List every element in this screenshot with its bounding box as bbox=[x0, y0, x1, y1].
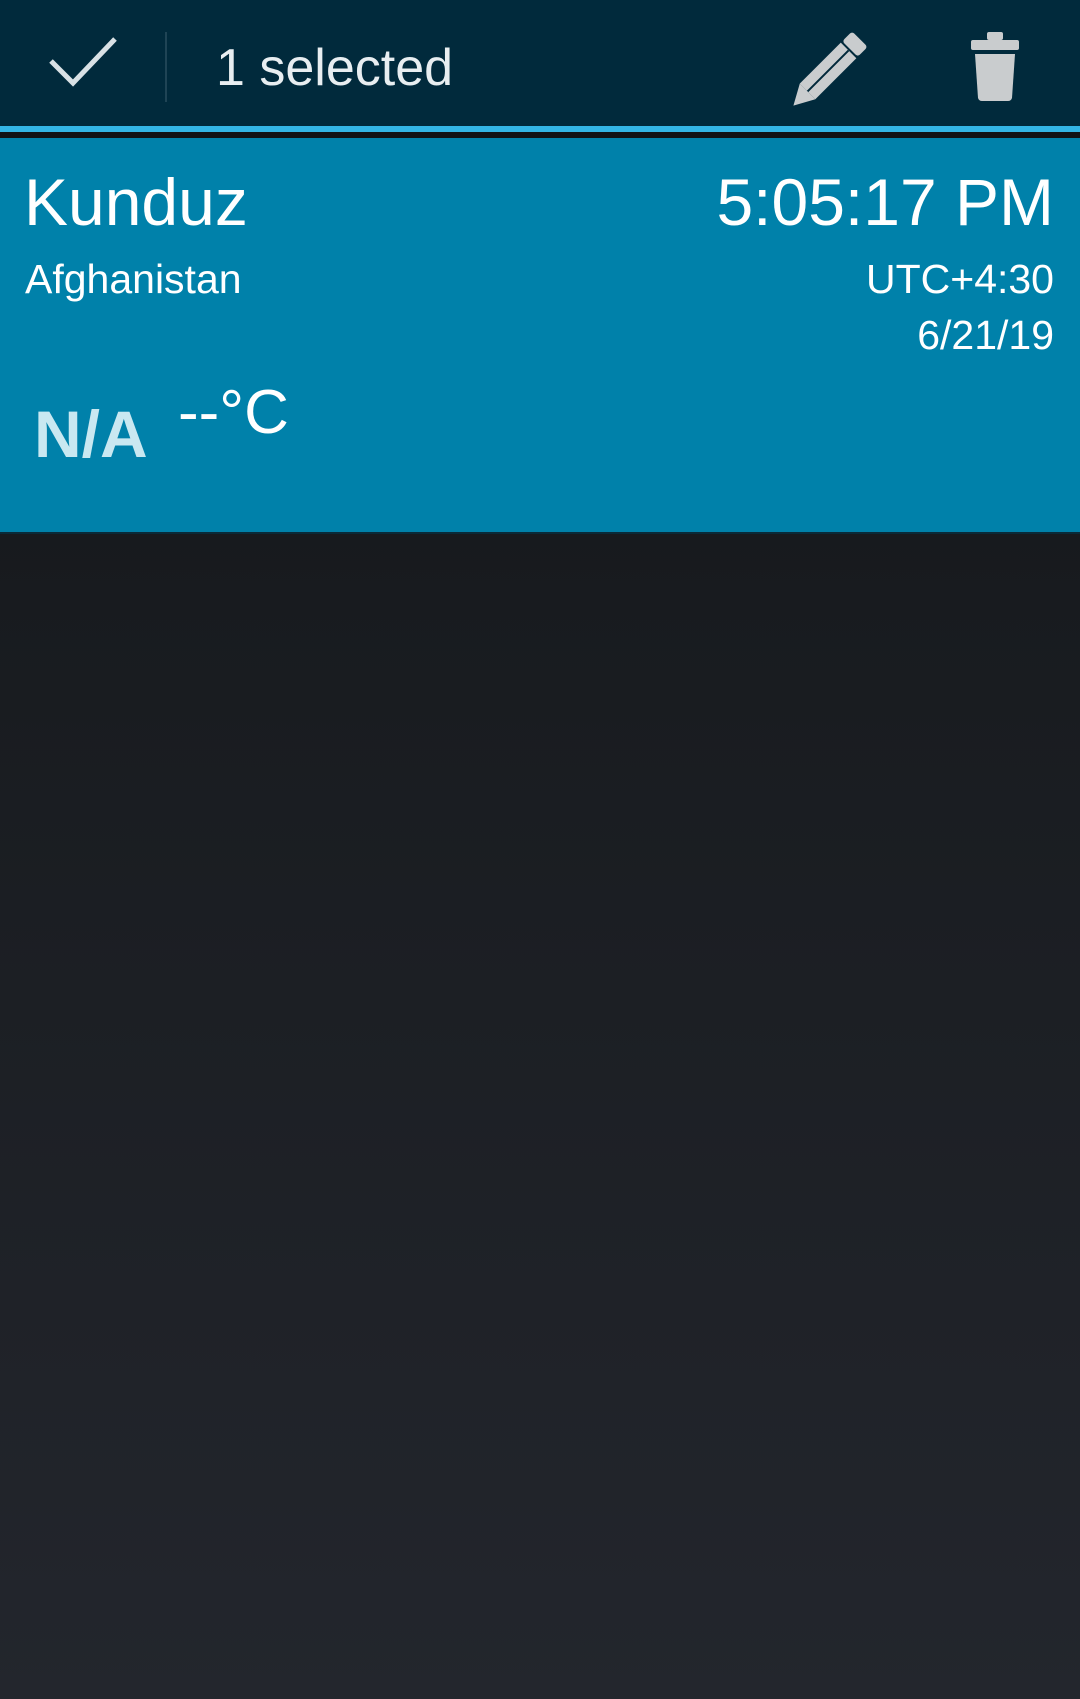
done-button[interactable] bbox=[0, 0, 165, 126]
local-date: 6/21/19 bbox=[917, 312, 1054, 358]
checkmark-icon bbox=[47, 33, 119, 94]
action-bar-divider bbox=[165, 32, 167, 102]
selection-count-title: 1 selected bbox=[216, 39, 454, 97]
city-list-item[interactable]: Kunduz Afghanistan 5:05:17 PM UTC+4:30 6… bbox=[0, 138, 1080, 534]
delete-button[interactable] bbox=[940, 20, 1050, 116]
local-time: 5:05:17 PM bbox=[716, 165, 1054, 239]
weather-unavailable-icon: N/A bbox=[34, 397, 148, 471]
temperature: --°C bbox=[178, 378, 289, 447]
empty-list-area bbox=[0, 534, 1080, 1699]
trash-icon bbox=[967, 30, 1023, 107]
country-name: Afghanistan bbox=[25, 256, 242, 302]
contextual-action-bar: 1 selected bbox=[0, 0, 1080, 132]
city-name: Kunduz bbox=[24, 165, 248, 239]
pencil-icon bbox=[790, 25, 876, 112]
utc-offset: UTC+4:30 bbox=[865, 256, 1054, 302]
edit-button[interactable] bbox=[773, 20, 893, 116]
